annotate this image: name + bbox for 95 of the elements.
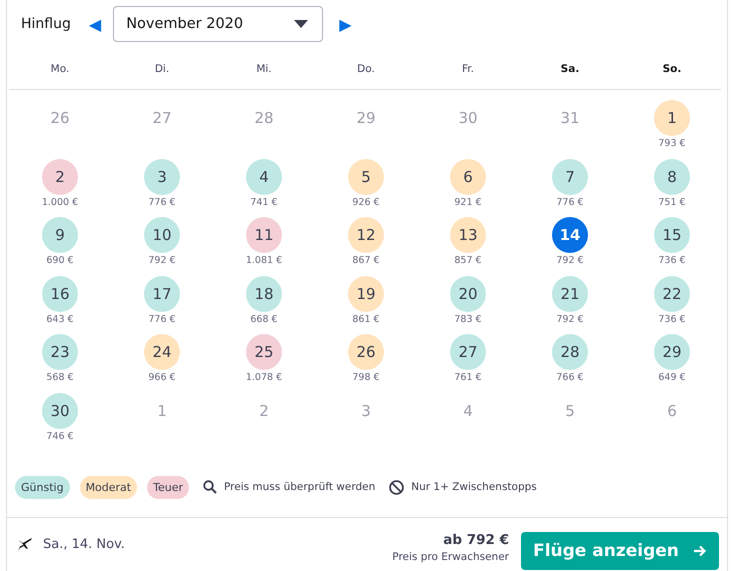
- day-button[interactable]: 18: [246, 276, 282, 312]
- outbound-label: Hinflug: [21, 16, 71, 32]
- day-button[interactable]: 21: [552, 276, 588, 312]
- day-number: 4: [463, 400, 473, 422]
- day-price: 921 €: [454, 196, 482, 208]
- day-price: 736 €: [658, 314, 686, 324]
- prohibited-icon: [389, 480, 404, 494]
- selected-date: Sa., 14. Nov.: [43, 537, 125, 552]
- day-number: 31: [560, 108, 580, 129]
- weekday-label: Do.: [357, 62, 375, 74]
- day-button[interactable]: 23: [42, 334, 78, 370]
- day-price: 776 €: [148, 314, 176, 324]
- day-button[interactable]: 17: [144, 276, 180, 312]
- day-price: 792 €: [148, 255, 176, 266]
- day-price: 792 €: [556, 255, 584, 266]
- day-button[interactable]: 7: [552, 158, 588, 194]
- day-price: 783 €: [454, 314, 482, 324]
- day-price: 926 €: [352, 196, 380, 208]
- day-price: 792 €: [556, 314, 584, 324]
- day-number: 30: [458, 108, 478, 129]
- day-number: 2: [259, 400, 269, 422]
- day-button[interactable]: 12: [348, 217, 384, 253]
- day-number: 1: [157, 400, 167, 422]
- day-button[interactable]: 8: [654, 158, 690, 194]
- day-button[interactable]: 14: [552, 217, 588, 253]
- arrow-right-icon: [692, 544, 707, 558]
- day-button[interactable]: 11: [246, 217, 282, 253]
- day-button[interactable]: 1: [654, 100, 690, 136]
- day-price: 1.081 €: [246, 255, 282, 266]
- day-button[interactable]: 30: [42, 392, 78, 428]
- day-button[interactable]: 2: [42, 158, 78, 194]
- price-note: Preis pro Erwachsener: [392, 551, 509, 563]
- day-button[interactable]: 16: [42, 276, 78, 312]
- day-price: 857 €: [454, 255, 482, 266]
- day-number: 27: [152, 108, 172, 129]
- next-month-button[interactable]: ▶: [335, 14, 356, 34]
- day-price: 1.078 €: [246, 372, 282, 383]
- legend-chip: Moderat: [80, 476, 138, 498]
- day-price: 861 €: [352, 314, 380, 324]
- weekday-label: Mo.: [50, 62, 70, 74]
- day-button[interactable]: 5: [348, 158, 384, 194]
- day-price: 751 €: [658, 196, 686, 208]
- day-button[interactable]: 26: [348, 334, 384, 370]
- day-button[interactable]: 15: [654, 217, 690, 253]
- day-price: 766 €: [556, 372, 584, 383]
- month-dropdown[interactable]: November 2020: [113, 6, 324, 42]
- day-price: 746 €: [46, 430, 74, 442]
- day-button[interactable]: 22: [654, 276, 690, 312]
- search-icon: [203, 480, 217, 494]
- day-price: 736 €: [658, 255, 686, 266]
- day-price: 568 €: [46, 372, 74, 383]
- day-number: 3: [361, 400, 371, 422]
- day-button[interactable]: 25: [246, 334, 282, 370]
- weekday-label: Di.: [154, 62, 170, 74]
- day-number: 6: [667, 400, 677, 422]
- day-price: 690 €: [46, 255, 74, 266]
- weekday-label: Fr.: [462, 62, 474, 74]
- day-price: 1.000 €: [42, 196, 78, 208]
- weekday-label: So.: [662, 62, 682, 74]
- day-button[interactable]: 6: [450, 158, 486, 194]
- day-button[interactable]: 27: [450, 334, 486, 370]
- day-number: 5: [565, 400, 575, 422]
- legend-text: Preis muss überprüft werden: [224, 481, 376, 493]
- day-button[interactable]: 20: [450, 276, 486, 312]
- weekday-label: Mi.: [256, 62, 272, 74]
- legend-chip: Teuer: [147, 476, 189, 498]
- legend-text: Nur 1+ Zwischenstopps: [411, 481, 537, 493]
- day-price: 649 €: [658, 372, 686, 383]
- day-price: 776 €: [148, 196, 176, 208]
- caret-icon: [294, 20, 308, 28]
- weekday-label: Sa.: [560, 62, 580, 74]
- day-number: 26: [50, 108, 70, 129]
- day-price: 643 €: [46, 314, 74, 324]
- day-button[interactable]: 29: [654, 334, 690, 370]
- previous-month-button[interactable]: ◀: [84, 14, 106, 34]
- day-number: 28: [254, 108, 274, 129]
- day-price: 776 €: [556, 196, 584, 208]
- day-button[interactable]: 24: [144, 334, 180, 370]
- day-button[interactable]: 9: [42, 217, 78, 253]
- legend-chip: Günstig: [15, 476, 70, 498]
- day-price: 798 €: [352, 372, 380, 383]
- day-button[interactable]: 4: [246, 158, 282, 194]
- day-number: 29: [356, 108, 376, 129]
- day-button[interactable]: 3: [144, 158, 180, 194]
- day-price: 741 €: [250, 196, 278, 208]
- day-price: 867 €: [352, 255, 380, 266]
- day-button[interactable]: 10: [144, 217, 180, 253]
- day-price: 761 €: [454, 372, 482, 383]
- day-price: 668 €: [250, 314, 278, 324]
- price-total: ab 792 €: [443, 532, 509, 548]
- day-price: 793 €: [658, 138, 686, 149]
- day-price: 966 €: [148, 372, 176, 383]
- day-button[interactable]: 13: [450, 217, 486, 253]
- day-button[interactable]: 28: [552, 334, 588, 370]
- day-button[interactable]: 19: [348, 276, 384, 312]
